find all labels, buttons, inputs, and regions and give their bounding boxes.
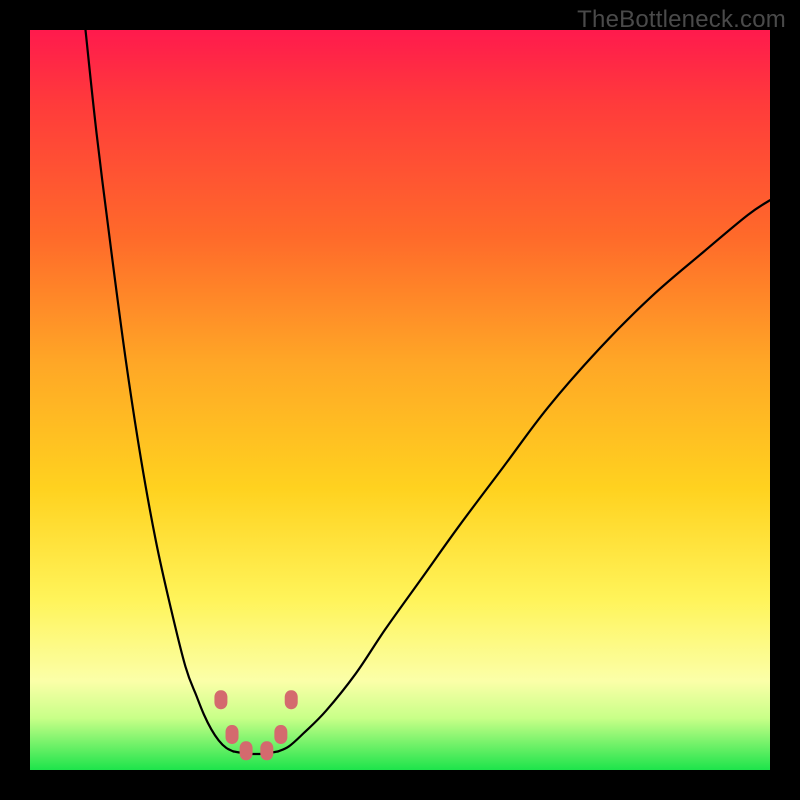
curve-layer — [30, 30, 770, 770]
plot-area — [30, 30, 770, 770]
valley-marker — [240, 741, 253, 760]
chart-frame: TheBottleneck.com — [0, 0, 800, 800]
valley-marker — [274, 725, 287, 744]
curve-right-branch — [278, 200, 770, 751]
watermark-text: TheBottleneck.com — [577, 6, 786, 34]
valley-marker — [226, 725, 239, 744]
valley-marker — [214, 690, 227, 709]
valley-marker — [285, 690, 298, 709]
curve-left-branch — [86, 30, 234, 752]
valley-marker — [260, 741, 273, 760]
